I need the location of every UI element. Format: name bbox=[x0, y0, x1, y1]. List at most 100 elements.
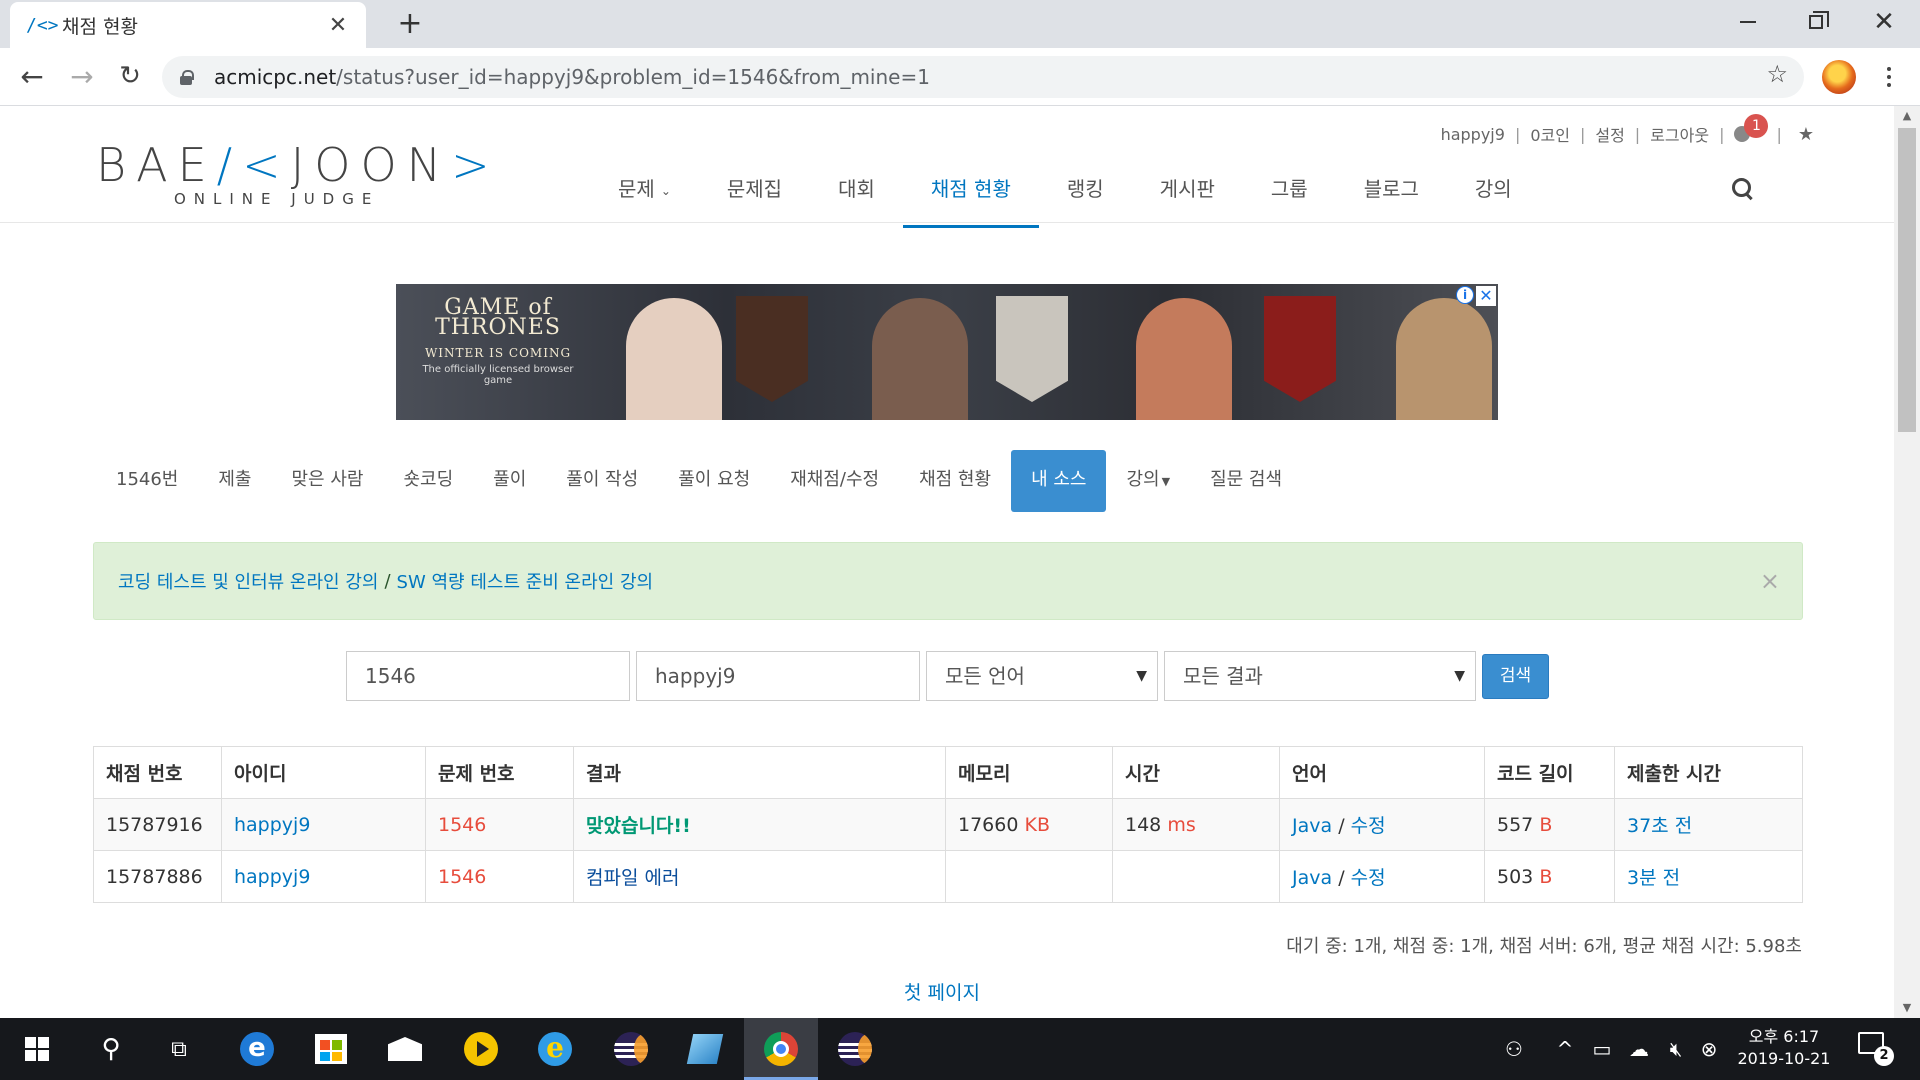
edit-link[interactable]: 수정 bbox=[1351, 815, 1386, 837]
people-tray-button[interactable]: ⚇ bbox=[1494, 1018, 1534, 1080]
browser-menu-button[interactable] bbox=[1872, 60, 1906, 94]
submit-time-link[interactable]: 3분 전 bbox=[1614, 850, 1803, 903]
start-button[interactable] bbox=[0, 1018, 74, 1080]
advertisement-banner[interactable]: GAME of THRONES WINTER IS COMING The offi… bbox=[396, 284, 1498, 420]
nav-ranking[interactable]: 랭킹 bbox=[1039, 162, 1132, 228]
problem-id-input[interactable]: 1546 bbox=[346, 651, 630, 701]
taskbar-chrome[interactable] bbox=[744, 1018, 818, 1080]
sw-test-link[interactable]: SW 역량 테스트 준비 온라인 강의 bbox=[397, 568, 654, 594]
subnav-rejudge[interactable]: 재채점/수정 bbox=[770, 450, 899, 512]
new-tab-button[interactable]: + bbox=[392, 6, 428, 42]
subnav-short-coding[interactable]: 숏코딩 bbox=[383, 450, 473, 512]
language-cell: Java / 수정 bbox=[1279, 798, 1485, 851]
taskbar-media-player[interactable] bbox=[444, 1018, 518, 1080]
coins-link[interactable]: 0코인 bbox=[1530, 122, 1570, 146]
first-page-link[interactable]: 첫 페이지 bbox=[904, 978, 980, 1005]
nav-workbook[interactable]: 문제집 bbox=[699, 162, 810, 228]
taskbar-notepad[interactable] bbox=[668, 1018, 742, 1080]
taskbar-mail[interactable] bbox=[368, 1018, 442, 1080]
divider: | bbox=[1514, 124, 1521, 144]
user-link[interactable]: happyj9 bbox=[221, 798, 426, 851]
network-tray-button[interactable]: ☁ bbox=[1620, 1018, 1658, 1080]
nav-blog[interactable]: 블로그 bbox=[1336, 162, 1447, 228]
tab-close-icon[interactable]: ✕ bbox=[326, 13, 350, 38]
taskbar-store[interactable] bbox=[294, 1018, 368, 1080]
col-header: 시간 bbox=[1112, 746, 1280, 799]
subnav-write-solution[interactable]: 풀이 작성 bbox=[546, 450, 658, 512]
window-restore-button[interactable] bbox=[1782, 0, 1850, 44]
problem-link[interactable]: 1546 bbox=[425, 850, 574, 903]
page-scrollbar[interactable]: ▲ ▼ bbox=[1894, 106, 1920, 1018]
subnav-problem[interactable]: 1546번 bbox=[96, 450, 198, 512]
ad-close-icon[interactable]: ✕ bbox=[1476, 286, 1496, 306]
scrollbar-thumb[interactable] bbox=[1898, 128, 1916, 432]
taskbar-internet-explorer[interactable]: e bbox=[518, 1018, 592, 1080]
alert-close-icon[interactable]: × bbox=[1760, 567, 1780, 595]
result-select-value: 모든 결과 bbox=[1183, 664, 1263, 688]
battery-tray-button[interactable]: ▭ bbox=[1586, 1018, 1618, 1080]
subnav-solved-users[interactable]: 맞은 사람 bbox=[272, 450, 384, 512]
notification-globe-icon[interactable]: 1 bbox=[1734, 114, 1769, 142]
edit-link[interactable]: 수정 bbox=[1351, 867, 1386, 889]
browser-tab-active[interactable]: /<> 채점 현황 ✕ bbox=[10, 2, 366, 48]
bookmark-star-icon[interactable]: ☆ bbox=[1766, 60, 1788, 88]
status-tray-button[interactable]: ⊗ bbox=[1694, 1018, 1724, 1080]
settings-link[interactable]: 설정 bbox=[1595, 122, 1624, 146]
search-button[interactable]: 검색 bbox=[1482, 654, 1549, 699]
language-select[interactable]: 모든 언어 ▼ bbox=[926, 651, 1158, 701]
user-id-input[interactable]: happyj9 bbox=[636, 651, 920, 701]
window-close-button[interactable]: ✕ bbox=[1850, 0, 1918, 44]
taskbar-eclipse-2[interactable] bbox=[818, 1018, 892, 1080]
action-center-button[interactable]: 2 bbox=[1858, 1032, 1894, 1066]
subnav-lecture[interactable]: 강의 ▼ bbox=[1106, 450, 1190, 512]
problem-link[interactable]: 1546 bbox=[425, 798, 574, 851]
profile-avatar[interactable] bbox=[1822, 60, 1856, 94]
close-icon: ✕ bbox=[1873, 7, 1895, 37]
result-compile-error-link[interactable]: 컴파일 에러 bbox=[573, 850, 946, 903]
subnav-request-solution[interactable]: 풀이 요청 bbox=[658, 450, 770, 512]
window-minimize-button[interactable] bbox=[1714, 0, 1782, 44]
subnav-question-search[interactable]: 질문 검색 bbox=[1190, 450, 1302, 512]
source-link[interactable]: Java bbox=[1292, 815, 1332, 837]
logo-part: BAE bbox=[96, 138, 217, 192]
taskbar-edge[interactable]: e bbox=[220, 1018, 294, 1080]
nav-group[interactable]: 그룹 bbox=[1243, 162, 1336, 228]
forward-button[interactable]: → bbox=[62, 56, 102, 96]
reload-button[interactable]: ↻ bbox=[110, 56, 150, 96]
nav-problems[interactable]: 문제 ⌄ bbox=[590, 162, 699, 228]
submit-time-link[interactable]: 37초 전 bbox=[1614, 798, 1803, 851]
scroll-down-arrow-icon[interactable]: ▼ bbox=[1894, 998, 1920, 1018]
nav-status[interactable]: 채점 현황 bbox=[902, 162, 1039, 228]
subnav-solution[interactable]: 풀이 bbox=[473, 450, 546, 512]
lecture-link[interactable]: 코딩 테스트 및 인터뷰 온라인 강의 bbox=[118, 568, 378, 594]
subnav-submit[interactable]: 제출 bbox=[198, 450, 271, 512]
search-icon[interactable] bbox=[1732, 178, 1754, 200]
site-logo[interactable]: BAE/<JOON> ONLINE JUDGE bbox=[96, 138, 500, 208]
divider: | bbox=[1634, 124, 1641, 144]
logout-link[interactable]: 로그아웃 bbox=[1650, 122, 1709, 146]
source-link[interactable]: Java bbox=[1292, 867, 1332, 889]
time-cell: 148 ms bbox=[1112, 798, 1280, 851]
taskbar-clock[interactable]: 오후 6:17 2019-10-21 bbox=[1722, 1026, 1846, 1070]
back-button[interactable]: ← bbox=[12, 56, 52, 96]
ad-info-icon[interactable]: i bbox=[1456, 286, 1474, 304]
address-bar[interactable]: acmicpc.net/status?user_id=happyj9&probl… bbox=[162, 56, 1804, 98]
tray-overflow-button[interactable]: ^ bbox=[1550, 1018, 1580, 1080]
taskbar-search-button[interactable]: ⚲ bbox=[74, 1018, 148, 1080]
clock-date: 2019-10-21 bbox=[1737, 1049, 1831, 1068]
user-link[interactable]: happyj9 bbox=[221, 850, 426, 903]
subnav-my-source[interactable]: 내 소스 bbox=[1011, 450, 1107, 512]
notepad-icon bbox=[686, 1034, 724, 1064]
nav-board[interactable]: 게시판 bbox=[1132, 162, 1243, 228]
scroll-up-arrow-icon[interactable]: ▲ bbox=[1894, 106, 1920, 126]
user-link[interactable]: happyj9 bbox=[1441, 125, 1505, 144]
favorite-star-icon[interactable]: ★ bbox=[1798, 124, 1814, 145]
taskbar-eclipse[interactable] bbox=[594, 1018, 668, 1080]
volume-tray-button[interactable]: 🔇︎ bbox=[1660, 1018, 1692, 1080]
internet-explorer-icon: e bbox=[538, 1032, 572, 1066]
subnav-status[interactable]: 채점 현황 bbox=[899, 450, 1011, 512]
nav-contest[interactable]: 대회 bbox=[810, 162, 903, 228]
result-select[interactable]: 모든 결과 ▼ bbox=[1164, 651, 1476, 701]
task-view-button[interactable]: ⧉ bbox=[142, 1018, 216, 1080]
nav-lecture[interactable]: 강의 bbox=[1447, 162, 1540, 228]
